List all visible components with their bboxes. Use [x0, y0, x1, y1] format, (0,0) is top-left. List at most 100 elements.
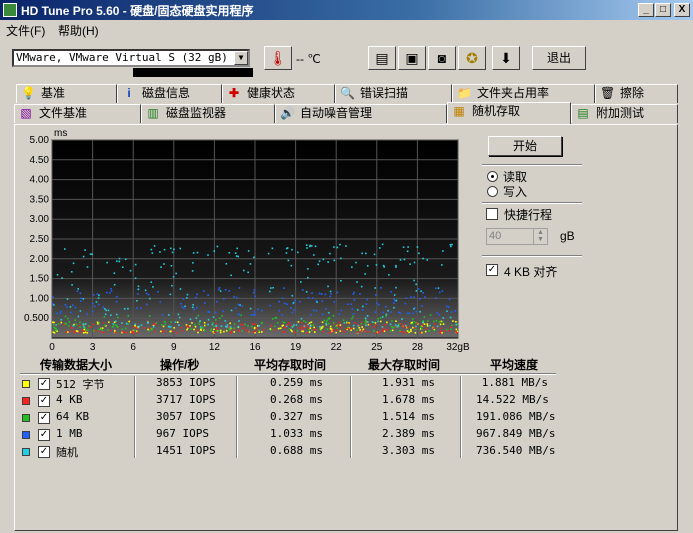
- data-point-5: [179, 288, 182, 290]
- data-point-4: [233, 295, 235, 298]
- spinner-arrows-icon[interactable]: ▲ ▼: [533, 229, 547, 244]
- series-checkbox[interactable]: ✓: [38, 446, 50, 458]
- data-point-4: [321, 313, 324, 316]
- tab-folder-usage[interactable]: 📁 文件夹占用率: [452, 84, 595, 103]
- data-point-3: [251, 325, 253, 328]
- align-4kb-checkbox[interactable]: ✓: [486, 264, 498, 276]
- data-point-4: [181, 305, 183, 308]
- data-point-5: [171, 251, 174, 254]
- data-point-5: [285, 325, 288, 328]
- x-tick-label: 0: [49, 342, 55, 353]
- start-button[interactable]: 开始: [488, 136, 562, 156]
- data-point-4: [252, 313, 255, 316]
- data-point-5: [422, 257, 424, 260]
- data-point-3: [352, 315, 354, 318]
- data-point-5: [121, 266, 124, 268]
- series-checkbox[interactable]: ✓: [38, 429, 50, 441]
- data-point-5: [421, 321, 424, 323]
- data-point-3: [308, 328, 310, 331]
- data-point-3: [114, 324, 117, 326]
- data-point-5: [212, 316, 215, 318]
- data-point-5: [285, 252, 288, 254]
- data-point-4: [260, 309, 263, 312]
- data-point-4: [374, 294, 377, 296]
- data-point-4: [393, 302, 395, 305]
- data-point-5: [361, 252, 363, 255]
- series-checkbox[interactable]: ✓: [38, 378, 50, 390]
- data-point-5: [442, 250, 444, 252]
- data-point-1: [107, 321, 110, 324]
- data-point-5: [267, 252, 270, 255]
- size-cell: 1 MB: [56, 427, 83, 440]
- data-point-2: [338, 321, 341, 324]
- quick-stroke-label: 快捷行程: [504, 208, 553, 222]
- max-cell: 1.931 ms: [382, 376, 435, 389]
- series-checkbox[interactable]: ✓: [38, 412, 50, 424]
- data-point-3: [364, 323, 367, 325]
- data-point-5: [407, 246, 409, 248]
- data-point-4: [86, 313, 88, 315]
- data-point-2: [153, 330, 156, 333]
- data-point-5: [82, 298, 85, 300]
- data-point-2: [131, 332, 133, 334]
- data-point-5: [340, 279, 342, 282]
- data-point-2: [215, 328, 218, 331]
- data-point-5: [91, 253, 93, 256]
- max-cell: 2.389 ms: [382, 427, 435, 440]
- data-point-5: [307, 268, 309, 270]
- read-radio[interactable]: [487, 171, 498, 182]
- data-point-1: [83, 328, 86, 331]
- data-point-5: [79, 310, 82, 312]
- quick-stroke-checkbox[interactable]: [486, 208, 498, 220]
- data-point-3: [423, 316, 426, 318]
- x-tick-label: 12: [209, 342, 221, 353]
- data-point-3: [198, 323, 201, 326]
- data-point-5: [136, 299, 138, 302]
- x-tick-label: 28: [412, 342, 424, 353]
- close-button[interactable]: X: [674, 3, 690, 17]
- data-point-5: [169, 293, 172, 296]
- maximize-button[interactable]: □: [655, 3, 671, 17]
- write-radio[interactable]: [487, 186, 498, 197]
- ops-cell: 1451 IOPS: [156, 444, 216, 457]
- series-checkbox[interactable]: ✓: [38, 395, 50, 407]
- data-point-4: [80, 297, 82, 300]
- x-tick-label: 22: [331, 342, 343, 353]
- data-point-5: [253, 256, 255, 259]
- data-point-4: [96, 293, 99, 295]
- minimize-button[interactable]: _: [638, 3, 654, 17]
- data-point-3: [67, 324, 70, 327]
- data-point-5: [441, 264, 443, 266]
- data-point-4: [330, 292, 332, 295]
- data-point-5: [442, 317, 445, 319]
- data-point-3: [68, 321, 71, 323]
- data-point-4: [116, 296, 118, 298]
- data-point-5: [420, 290, 422, 293]
- data-point-3: [241, 330, 243, 332]
- data-point-1: [277, 327, 280, 330]
- data-point-5: [309, 325, 312, 327]
- quick-stroke-spinner[interactable]: 40 ▲ ▼: [486, 228, 548, 245]
- data-point-1: [113, 329, 116, 332]
- data-point-3: [54, 329, 57, 332]
- data-point-2: [405, 331, 407, 334]
- data-point-1: [339, 330, 342, 332]
- col-header-max: 最大存取时间: [368, 358, 441, 372]
- data-point-5: [64, 248, 66, 250]
- data-point-5: [178, 316, 181, 319]
- data-point-5: [429, 324, 431, 327]
- tab-extra-tests[interactable]: ▤ 附加测试: [571, 104, 678, 123]
- data-point-5: [124, 258, 127, 261]
- download-icon[interactable]: ⬇: [492, 46, 520, 70]
- tab-erase[interactable]: 🗑 擦除: [595, 84, 678, 103]
- legend-swatch: [22, 397, 30, 405]
- data-point-3: [356, 329, 358, 332]
- data-point-5: [385, 313, 388, 316]
- data-point-2: [402, 331, 405, 333]
- data-point-2: [369, 323, 371, 326]
- data-point-5: [159, 251, 161, 253]
- data-point-2: [133, 326, 135, 328]
- data-point-4: [406, 312, 409, 315]
- exit-button[interactable]: 退出: [532, 46, 586, 70]
- data-point-5: [415, 283, 417, 286]
